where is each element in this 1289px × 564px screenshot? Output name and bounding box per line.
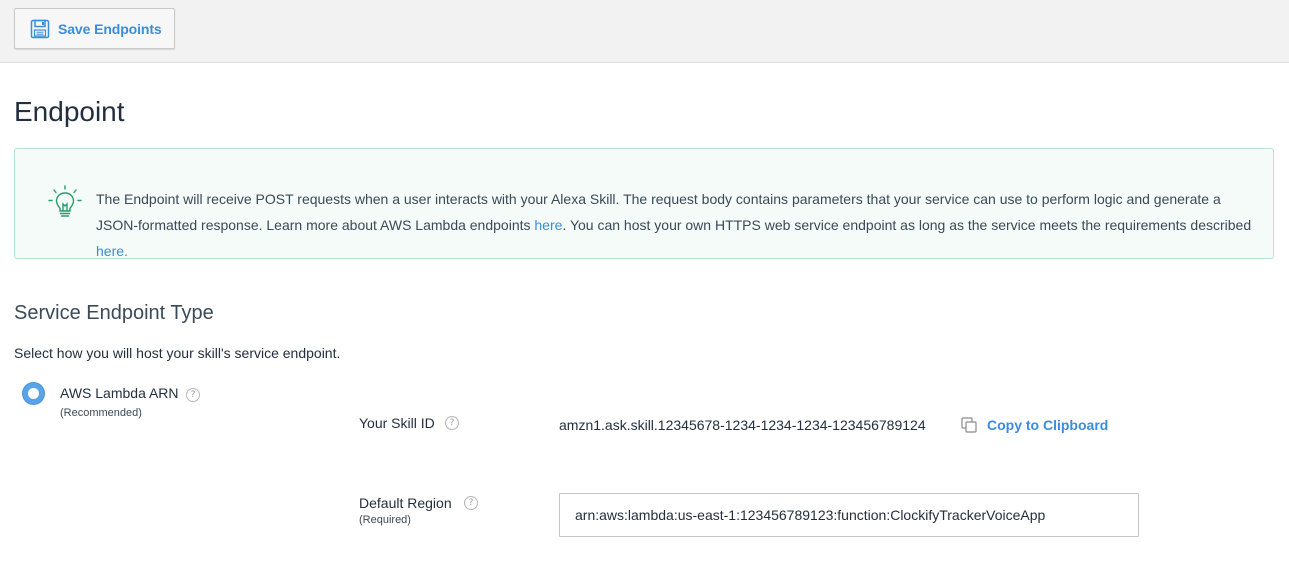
default-region-arn-input[interactable]: [559, 493, 1139, 537]
save-endpoints-button[interactable]: Save Endpoints: [14, 8, 175, 49]
aws-lambda-arn-radio[interactable]: [23, 383, 44, 404]
default-region-help-icon[interactable]: ?: [464, 496, 478, 510]
service-endpoint-type-heading: Service Endpoint Type: [14, 302, 214, 324]
aws-lambda-help-icon[interactable]: ?: [186, 388, 200, 402]
skill-id-help-icon[interactable]: ?: [445, 416, 459, 430]
page-title: Endpoint: [14, 96, 125, 127]
info-text: The Endpoint will receive POST requests …: [96, 186, 1256, 264]
info-box: The Endpoint will receive POST requests …: [14, 148, 1274, 259]
toolbar: Save Endpoints: [0, 0, 1289, 63]
lightbulb-icon: [48, 185, 82, 221]
service-endpoint-description: Select how you will host your skill's se…: [14, 345, 341, 361]
skill-id-label: Your Skill ID: [359, 415, 435, 431]
recommended-label: (Recommended): [60, 407, 142, 419]
aws-lambda-docs-link[interactable]: here: [534, 217, 562, 233]
https-requirements-link[interactable]: here.: [96, 243, 128, 259]
copy-to-clipboard-link[interactable]: Copy to Clipboard: [987, 417, 1108, 433]
radio-selected-dot: [28, 388, 39, 399]
copy-icon[interactable]: [961, 417, 977, 433]
required-label: (Required): [359, 514, 411, 526]
aws-lambda-arn-label[interactable]: AWS Lambda ARN: [60, 385, 179, 401]
floppy-disk-icon: [30, 19, 50, 39]
default-region-label: Default Region: [359, 495, 452, 511]
save-endpoints-label: Save Endpoints: [58, 20, 162, 37]
skill-id-value: amzn1.ask.skill.12345678-1234-1234-1234-…: [559, 417, 926, 433]
info-text-part-2: . You can host your own HTTPS web servic…: [562, 217, 1252, 233]
